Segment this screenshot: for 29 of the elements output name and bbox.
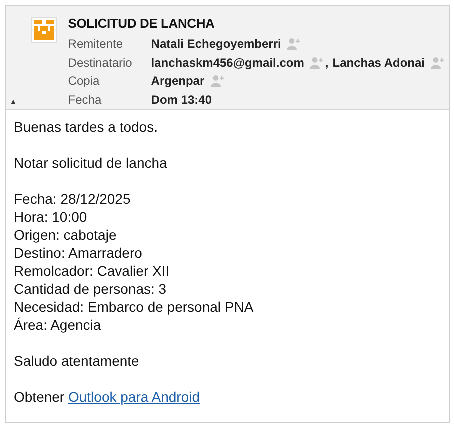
body-text: Origen: cabotaje: [14, 226, 118, 244]
contact-name[interactable]: Lanchas Adonai: [332, 56, 425, 70]
field-label: Destinatario: [68, 56, 134, 70]
body-text: Cantidad de personas: 3: [14, 280, 168, 298]
body-text: Fecha: 28/12/2025: [14, 190, 132, 208]
field-value: Dom 13:40: [151, 92, 212, 107]
body-text: Destino: Amarradero: [14, 244, 144, 262]
contact-name[interactable]: Argenpar: [151, 74, 205, 88]
email-subject: SOLICITUD DE LANCHA: [68, 15, 216, 33]
avatar-icon: [31, 17, 58, 43]
add-contact-icon[interactable]: [287, 38, 302, 50]
field-label: Copia: [68, 74, 101, 88]
contact-name[interactable]: Natali Echegoyemberri: [151, 37, 282, 52]
body-text: Notar solicitud de lancha: [14, 154, 168, 172]
separator-comma: ,: [325, 56, 329, 70]
body-text: Remolcador: Cavalier XII: [14, 262, 171, 280]
contact-name[interactable]: lanchaskm456@gmail.com: [151, 56, 304, 70]
body-text: Hora: 10:00: [14, 208, 88, 226]
add-contact-icon[interactable]: [310, 56, 324, 69]
field-label: Remitente: [68, 37, 124, 52]
body-text: Saludo atentamente: [14, 352, 140, 370]
body-text: Necesidad: Embarco de personal PNA: [14, 298, 255, 316]
body-text: Área: Agencia: [14, 316, 102, 334]
add-contact-icon[interactable]: [210, 75, 225, 88]
outlook-link[interactable]: Outlook para Android: [68, 389, 200, 405]
field-label: Fecha: [68, 92, 103, 107]
body-text: Buenas tardes a todos.: [14, 118, 159, 136]
add-contact-icon[interactable]: [431, 56, 445, 69]
body-text: Obtener: [14, 389, 65, 405]
